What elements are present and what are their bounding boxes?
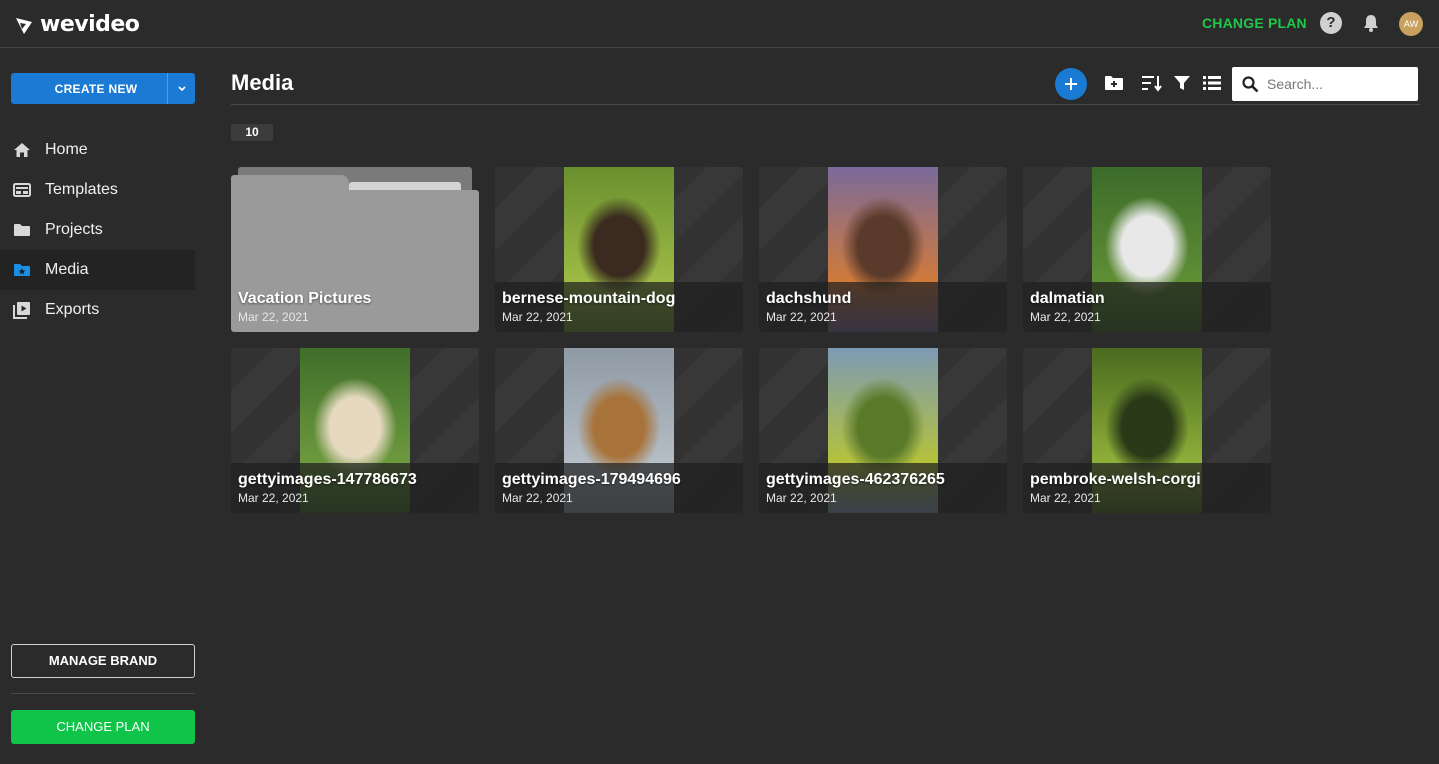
- sidebar-change-plan-button[interactable]: CHANGE PLAN: [11, 710, 195, 744]
- user-avatar[interactable]: AW: [1399, 12, 1423, 36]
- folder-card-vacation-pictures[interactable]: Vacation Pictures Mar 22, 2021: [231, 167, 479, 332]
- create-new-dropdown[interactable]: [167, 73, 195, 104]
- help-icon[interactable]: ?: [1320, 12, 1342, 34]
- sidebar-item-templates[interactable]: Templates: [0, 170, 195, 210]
- sidebar: CREATE NEW Home Templates Projects Media…: [0, 49, 205, 764]
- sidebar-item-label: Media: [45, 261, 89, 278]
- media-item-name: pembroke-welsh-corgi: [1030, 471, 1201, 488]
- item-count-badge: 10: [231, 124, 273, 141]
- header-change-plan-link[interactable]: CHANGE PLAN: [1202, 15, 1307, 31]
- sort-icon[interactable]: [1141, 74, 1163, 92]
- sidebar-divider: [11, 693, 195, 694]
- sidebar-item-media[interactable]: Media: [0, 250, 195, 290]
- header-divider: [231, 104, 1420, 105]
- sidebar-item-label: Projects: [45, 221, 103, 238]
- media-item-name: gettyimages-179494696: [502, 471, 681, 488]
- media-card[interactable]: dachshund Mar 22, 2021: [759, 167, 1007, 332]
- folder-icon: [14, 224, 30, 236]
- media-card[interactable]: bernese-mountain-dog Mar 22, 2021: [495, 167, 743, 332]
- media-item-name: gettyimages-462376265: [766, 471, 945, 488]
- media-card[interactable]: gettyimages-147786673 Mar 22, 2021: [231, 348, 479, 513]
- sidebar-item-home[interactable]: Home: [0, 130, 195, 170]
- media-item-name: bernese-mountain-dog: [502, 290, 676, 307]
- media-icon: [14, 264, 30, 276]
- wevideo-logo[interactable]: wevideo: [14, 12, 140, 37]
- logo-text: wevideo: [40, 12, 140, 37]
- media-item-name: dachshund: [766, 290, 852, 307]
- sidebar-item-label: Templates: [45, 181, 118, 198]
- search-icon: [1242, 75, 1259, 92]
- media-item-date: Mar 22, 2021: [766, 491, 837, 505]
- media-card[interactable]: gettyimages-179494696 Mar 22, 2021: [495, 348, 743, 513]
- manage-brand-button[interactable]: MANAGE BRAND: [11, 644, 195, 678]
- sidebar-item-label: Home: [45, 141, 88, 158]
- top-bar: wevideo CHANGE PLAN ? AW: [0, 0, 1439, 48]
- search-box: [1232, 67, 1418, 101]
- create-new-button[interactable]: CREATE NEW: [11, 73, 195, 104]
- logo-mark-icon: [16, 17, 32, 34]
- create-new-label: CREATE NEW: [54, 81, 138, 96]
- add-media-button[interactable]: [1055, 68, 1087, 100]
- media-card[interactable]: pembroke-welsh-corgi Mar 22, 2021: [1023, 348, 1271, 513]
- media-item-date: Mar 22, 2021: [238, 491, 309, 505]
- media-card[interactable]: dalmatian Mar 22, 2021: [1023, 167, 1271, 332]
- chevron-down-icon: [177, 85, 186, 91]
- media-item-date: Mar 22, 2021: [502, 491, 573, 505]
- templates-icon: [13, 183, 31, 197]
- media-item-date: Mar 22, 2021: [1030, 491, 1101, 505]
- media-item-name: gettyimages-147786673: [238, 471, 417, 488]
- media-item-date: Mar 22, 2021: [1030, 310, 1101, 324]
- home-icon: [14, 143, 30, 157]
- search-input[interactable]: [1267, 76, 1407, 92]
- exports-icon: [13, 302, 30, 319]
- filter-icon[interactable]: [1173, 74, 1191, 92]
- bell-icon[interactable]: [1361, 13, 1381, 33]
- sidebar-item-exports[interactable]: Exports: [0, 290, 195, 330]
- list-view-icon[interactable]: [1202, 74, 1222, 92]
- media-card[interactable]: gettyimages-462376265 Mar 22, 2021: [759, 348, 1007, 513]
- media-item-name: dalmatian: [1030, 290, 1105, 307]
- plus-icon: [1065, 78, 1077, 90]
- sidebar-item-label: Exports: [45, 301, 100, 318]
- media-item-date: Mar 22, 2021: [502, 310, 573, 324]
- new-folder-icon[interactable]: [1104, 74, 1124, 92]
- media-item-date: Mar 22, 2021: [238, 310, 309, 324]
- sidebar-nav: Home Templates Projects Media Exports: [0, 130, 195, 330]
- media-item-date: Mar 22, 2021: [766, 310, 837, 324]
- sidebar-item-projects[interactable]: Projects: [0, 210, 195, 250]
- media-item-name: Vacation Pictures: [238, 290, 372, 307]
- page-title: Media: [231, 70, 294, 95]
